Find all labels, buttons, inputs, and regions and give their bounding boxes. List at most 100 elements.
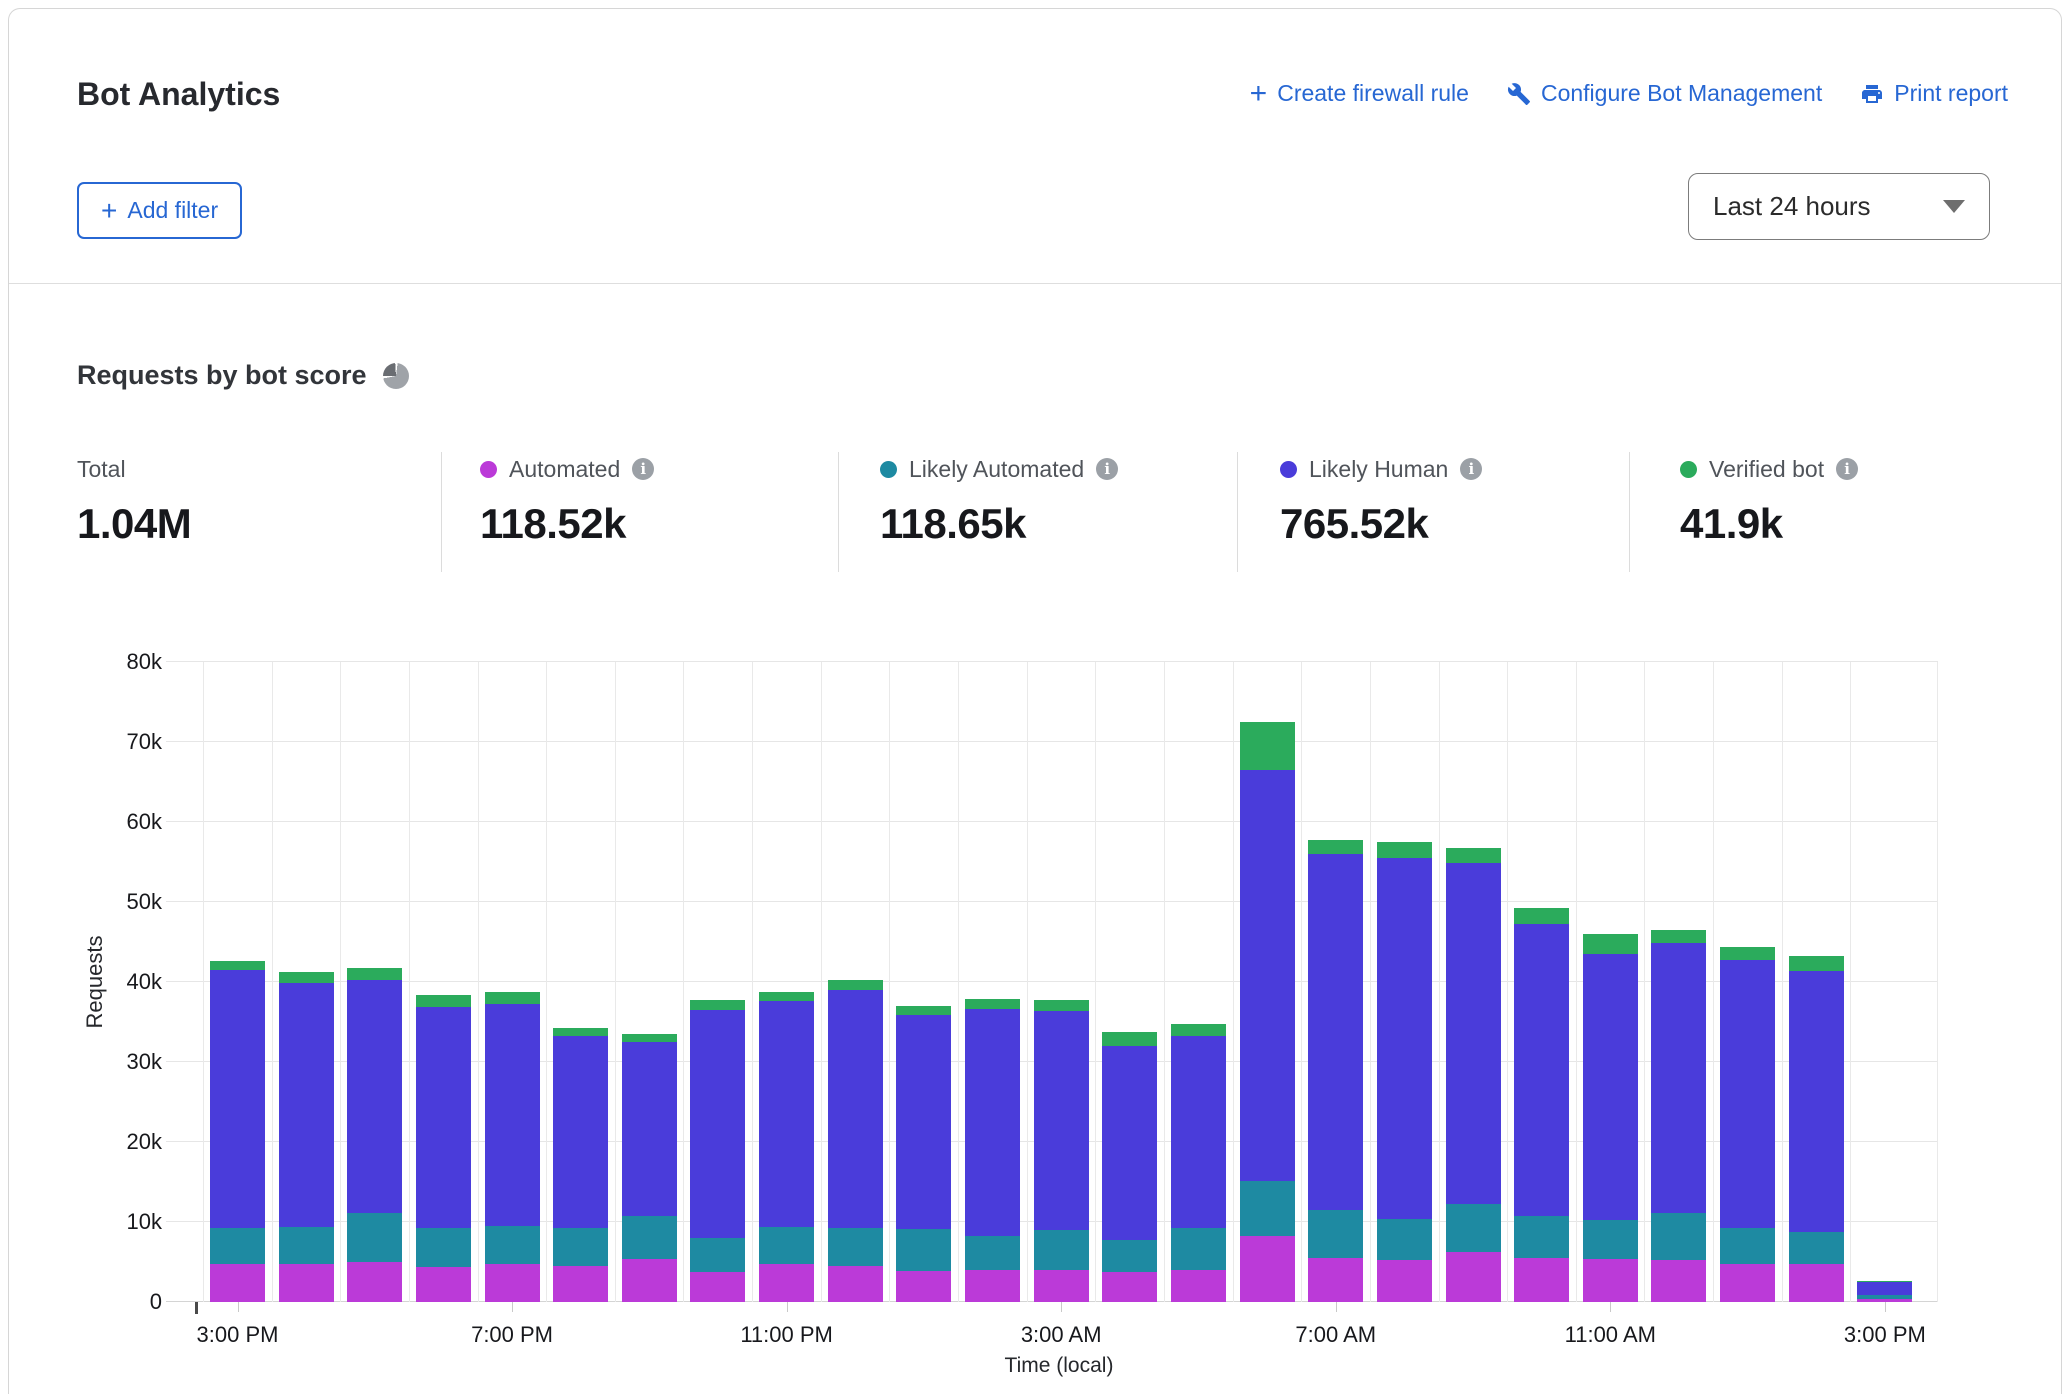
bar-segment-likely-human[interactable]	[1308, 854, 1363, 1210]
bar-segment-automated[interactable]	[1514, 1258, 1569, 1302]
bar-segment-automated[interactable]	[1171, 1270, 1226, 1302]
bar-segment-verified-bot[interactable]	[1308, 840, 1363, 854]
info-icon[interactable]: i	[632, 458, 654, 480]
bar-segment-verified-bot[interactable]	[1857, 1281, 1912, 1282]
bar-segment-verified-bot[interactable]	[279, 972, 334, 982]
bar-segment-likely-automated[interactable]	[1720, 1228, 1775, 1264]
bar-segment-verified-bot[interactable]	[965, 999, 1020, 1009]
bar-segment-verified-bot[interactable]	[690, 1000, 745, 1010]
bar-segment-likely-automated[interactable]	[828, 1228, 883, 1266]
bar-segment-automated[interactable]	[828, 1266, 883, 1302]
bar-segment-likely-human[interactable]	[690, 1010, 745, 1238]
action-link-create-firewall-rule[interactable]: +Create firewall rule	[1250, 80, 1469, 107]
bar-segment-likely-automated[interactable]	[1171, 1228, 1226, 1270]
bar-segment-likely-automated[interactable]	[279, 1227, 334, 1265]
bar-segment-likely-human[interactable]	[347, 980, 402, 1213]
bar-segment-likely-human[interactable]	[1377, 858, 1432, 1219]
bar-segment-automated[interactable]	[1034, 1270, 1089, 1302]
bar-segment-likely-human[interactable]	[896, 1015, 951, 1229]
bar-segment-likely-automated[interactable]	[1789, 1232, 1844, 1265]
bar-segment-likely-human[interactable]	[1583, 954, 1638, 1220]
bar-segment-likely-automated[interactable]	[690, 1238, 745, 1272]
bar-segment-verified-bot[interactable]	[1446, 848, 1501, 863]
bar-segment-likely-automated[interactable]	[1446, 1204, 1501, 1251]
bar-segment-verified-bot[interactable]	[1583, 934, 1638, 954]
bar-segment-verified-bot[interactable]	[485, 992, 540, 1004]
bar-segment-automated[interactable]	[1446, 1252, 1501, 1302]
bar-segment-verified-bot[interactable]	[416, 995, 471, 1007]
bar-segment-likely-human[interactable]	[1514, 924, 1569, 1216]
bar-segment-automated[interactable]	[1240, 1236, 1295, 1302]
bar-segment-likely-human[interactable]	[1171, 1036, 1226, 1228]
bar-segment-verified-bot[interactable]	[759, 992, 814, 1002]
bar-segment-verified-bot[interactable]	[1789, 956, 1844, 971]
bar-segment-likely-human[interactable]	[210, 970, 265, 1228]
bar-segment-likely-human[interactable]	[1102, 1046, 1157, 1240]
bar-segment-likely-human[interactable]	[1651, 943, 1706, 1213]
bar-segment-verified-bot[interactable]	[1651, 930, 1706, 943]
bar-segment-likely-automated[interactable]	[1857, 1295, 1912, 1299]
bar-segment-likely-automated[interactable]	[965, 1236, 1020, 1270]
bar-segment-likely-human[interactable]	[965, 1009, 1020, 1235]
bar-segment-verified-bot[interactable]	[1514, 908, 1569, 925]
bar-segment-verified-bot[interactable]	[553, 1028, 608, 1036]
bar-segment-verified-bot[interactable]	[1377, 842, 1432, 858]
info-icon[interactable]: i	[1836, 458, 1858, 480]
bar-segment-likely-automated[interactable]	[1308, 1210, 1363, 1258]
bar-segment-likely-human[interactable]	[828, 990, 883, 1228]
time-range-select[interactable]: Last 24 hours	[1688, 173, 1990, 240]
bar-segment-likely-human[interactable]	[1720, 960, 1775, 1228]
bar-segment-automated[interactable]	[553, 1266, 608, 1302]
bar-segment-likely-automated[interactable]	[1240, 1181, 1295, 1236]
bar-segment-likely-human[interactable]	[553, 1036, 608, 1229]
bar-segment-verified-bot[interactable]	[828, 980, 883, 990]
bar-segment-automated[interactable]	[1377, 1260, 1432, 1302]
info-icon[interactable]: i	[1460, 458, 1482, 480]
bar-segment-automated[interactable]	[1308, 1258, 1363, 1302]
bar-segment-likely-automated[interactable]	[1514, 1216, 1569, 1258]
info-icon[interactable]: i	[1096, 458, 1118, 480]
bar-segment-likely-human[interactable]	[279, 983, 334, 1227]
bar-segment-likely-human[interactable]	[1240, 770, 1295, 1181]
bar-segment-likely-automated[interactable]	[347, 1213, 402, 1262]
bar-segment-automated[interactable]	[1720, 1264, 1775, 1302]
bar-segment-likely-human[interactable]	[1034, 1011, 1089, 1230]
bar-segment-verified-bot[interactable]	[1034, 1000, 1089, 1010]
bar-segment-likely-automated[interactable]	[485, 1226, 540, 1264]
bar-segment-likely-automated[interactable]	[210, 1228, 265, 1264]
bar-segment-verified-bot[interactable]	[896, 1006, 951, 1015]
bar-segment-likely-automated[interactable]	[1102, 1240, 1157, 1271]
bar-segment-automated[interactable]	[896, 1271, 951, 1302]
bar-segment-automated[interactable]	[1651, 1260, 1706, 1302]
bar-segment-verified-bot[interactable]	[1102, 1032, 1157, 1046]
bar-segment-automated[interactable]	[1789, 1264, 1844, 1302]
bar-segment-automated[interactable]	[1102, 1272, 1157, 1302]
add-filter-button[interactable]: + Add filter	[77, 182, 242, 239]
bar-segment-automated[interactable]	[759, 1264, 814, 1302]
bar-segment-likely-human[interactable]	[1789, 971, 1844, 1232]
bar-segment-verified-bot[interactable]	[1240, 722, 1295, 770]
bar-segment-likely-automated[interactable]	[1583, 1220, 1638, 1259]
action-link-print-report[interactable]: Print report	[1860, 80, 2008, 107]
bar-segment-automated[interactable]	[690, 1272, 745, 1302]
bar-segment-likely-automated[interactable]	[1377, 1219, 1432, 1261]
bar-segment-likely-human[interactable]	[622, 1042, 677, 1216]
bar-segment-automated[interactable]	[210, 1264, 265, 1302]
bar-segment-automated[interactable]	[279, 1264, 334, 1302]
bar-segment-verified-bot[interactable]	[1171, 1024, 1226, 1036]
bar-segment-verified-bot[interactable]	[622, 1034, 677, 1042]
bar-segment-likely-human[interactable]	[759, 1001, 814, 1227]
bar-segment-likely-automated[interactable]	[1034, 1230, 1089, 1270]
bar-segment-verified-bot[interactable]	[347, 968, 402, 980]
bar-segment-likely-automated[interactable]	[1651, 1213, 1706, 1260]
bar-segment-likely-human[interactable]	[1446, 863, 1501, 1205]
bar-segment-automated[interactable]	[965, 1270, 1020, 1302]
bar-segment-automated[interactable]	[1583, 1259, 1638, 1302]
bar-segment-likely-automated[interactable]	[896, 1229, 951, 1271]
bar-segment-likely-human[interactable]	[416, 1007, 471, 1229]
action-link-configure-bot-management[interactable]: Configure Bot Management	[1507, 80, 1822, 107]
bar-segment-likely-automated[interactable]	[622, 1216, 677, 1258]
bar-segment-automated[interactable]	[622, 1259, 677, 1302]
bar-segment-likely-human[interactable]	[485, 1004, 540, 1226]
bar-segment-automated[interactable]	[347, 1262, 402, 1302]
